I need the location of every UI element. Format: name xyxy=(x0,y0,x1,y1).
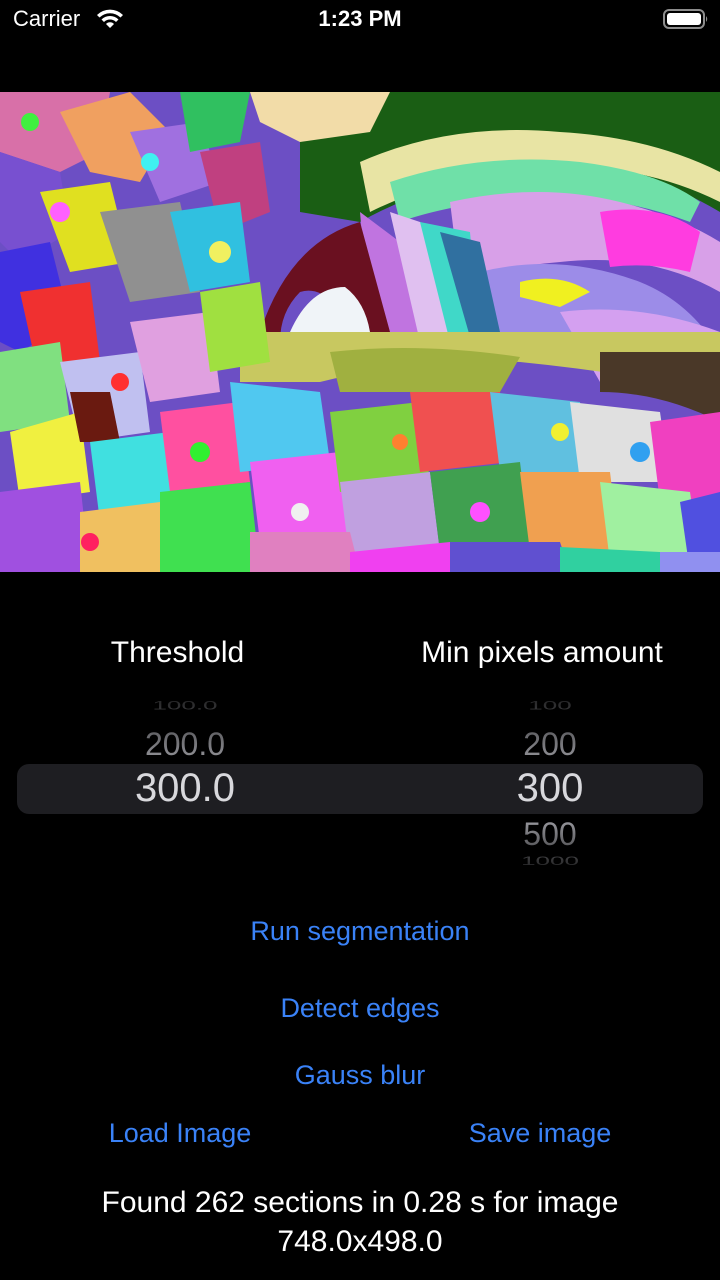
picker-item[interactable]: 1000 xyxy=(420,854,680,868)
result-text: Found 262 sections in 0.28 s for image 7… xyxy=(40,1183,680,1261)
picker-item[interactable]: 500 xyxy=(420,816,680,853)
picker-selected-item[interactable]: 300.0 xyxy=(60,766,310,811)
result-line-1: Found 262 sections in 0.28 s for image xyxy=(101,1186,619,1219)
clock: 1:23 PM xyxy=(318,6,402,31)
save-image-button[interactable]: Save image xyxy=(420,1118,660,1149)
detect-edges-button[interactable]: Detect edges xyxy=(0,993,720,1024)
picker-item[interactable]: 100 xyxy=(420,699,680,713)
picker-selected-item[interactable]: 300 xyxy=(420,766,680,811)
picker-item[interactable]: 200 xyxy=(420,726,680,763)
min-pixels-label: Min pixels amount xyxy=(421,636,663,669)
threshold-picker[interactable]: 100.0 200.0 300.0 xyxy=(60,690,310,875)
run-segmentation-button[interactable]: Run segmentation xyxy=(0,916,720,947)
result-line-2: 748.0x498.0 xyxy=(277,1225,443,1258)
status-bar: Carrier 1:23 PM xyxy=(0,0,720,40)
battery-full-icon xyxy=(663,9,708,29)
picker-item[interactable]: 100.0 xyxy=(60,699,310,713)
segmented-image xyxy=(0,92,720,572)
load-image-button[interactable]: Load Image xyxy=(60,1118,300,1149)
gauss-blur-button[interactable]: Gauss blur xyxy=(0,1060,720,1091)
threshold-label: Threshold xyxy=(110,636,245,669)
picker-item[interactable]: 200.0 xyxy=(60,726,310,763)
min-pixels-picker[interactable]: 100 200 300 500 1000 xyxy=(420,690,680,875)
